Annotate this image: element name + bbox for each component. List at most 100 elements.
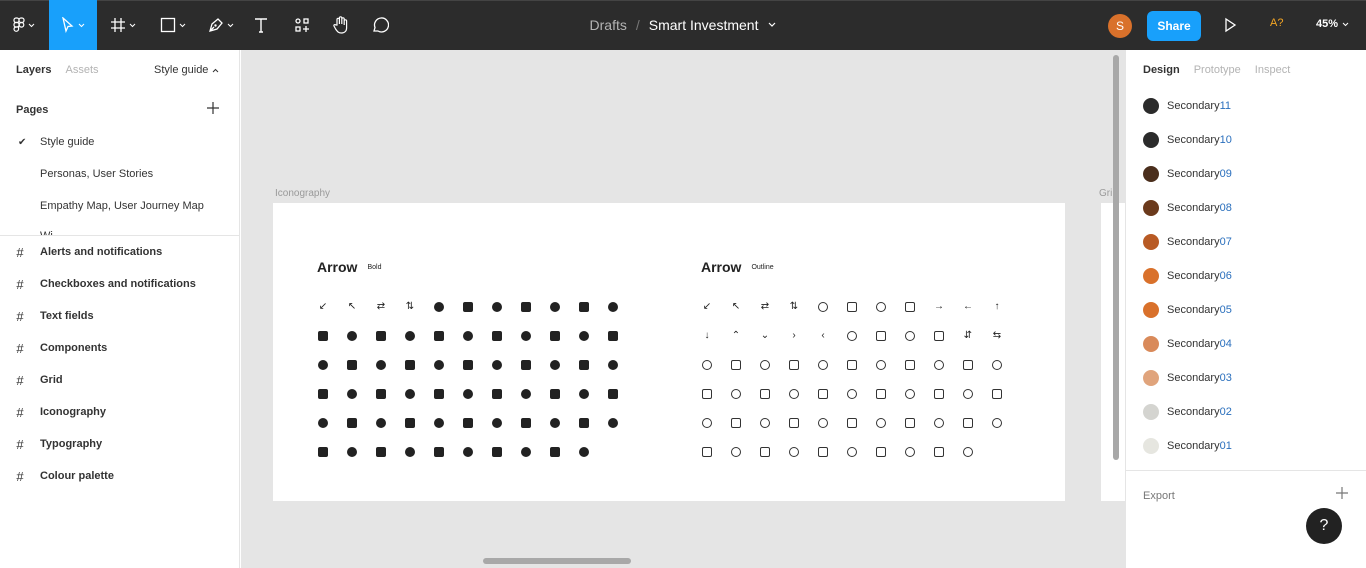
- breadcrumb-drafts[interactable]: Drafts: [590, 17, 627, 33]
- arrow-outline-icon: [905, 331, 915, 341]
- layer-colour-palette[interactable]: # Colour palette: [0, 460, 239, 492]
- arrow-outline-icon: [702, 389, 712, 399]
- frame-label-iconography[interactable]: Iconography: [275, 188, 330, 199]
- arrow-outline-icon: [876, 331, 886, 341]
- color-swatch: [1143, 370, 1159, 386]
- page-item-personas[interactable]: Personas, User Stories: [40, 168, 153, 180]
- text-tool-button[interactable]: [246, 0, 276, 50]
- color-style-item[interactable]: Secondary 08: [1143, 198, 1232, 218]
- horizontal-scrollbar[interactable]: [483, 558, 631, 564]
- text-t-icon: [255, 18, 267, 33]
- hand-tool-button[interactable]: [326, 0, 356, 50]
- color-style-name: Secondary: [1167, 134, 1220, 146]
- arrow-outline-icon: [992, 418, 1002, 428]
- arrow-outline-icon: [847, 389, 857, 399]
- add-export-button[interactable]: [1336, 486, 1348, 504]
- chevron-down-icon[interactable]: [768, 22, 776, 28]
- color-style-item[interactable]: Secondary 06: [1143, 266, 1232, 286]
- present-button[interactable]: [1222, 17, 1238, 38]
- current-page-selector[interactable]: Style guide: [154, 64, 219, 76]
- arrow-bold-icon: [347, 447, 357, 457]
- arrow-bold-icon: [579, 389, 589, 399]
- color-style-number: 11: [1219, 100, 1232, 112]
- arrow-bold-icon: [434, 447, 444, 457]
- accessibility-check-button[interactable]: A?: [1270, 17, 1283, 29]
- section-title-outline: Arrow Outline: [701, 259, 774, 275]
- tab-assets[interactable]: Assets: [65, 64, 98, 76]
- arrow-bold-icon: [550, 360, 560, 370]
- left-panel: Layers Assets Style guide Pages ✔ Style …: [0, 50, 240, 568]
- resources-button[interactable]: [288, 0, 316, 50]
- arrow-bold-icon: ↙: [318, 301, 328, 312]
- frame-label-grid[interactable]: Gri: [1099, 188, 1112, 199]
- frame-hash-icon: [111, 18, 125, 32]
- layer-checkboxes[interactable]: # Checkboxes and notifications: [0, 268, 239, 300]
- color-style-item[interactable]: Secondary 03: [1143, 368, 1232, 388]
- share-button[interactable]: Share: [1147, 11, 1201, 41]
- comment-tool-button[interactable]: [366, 0, 394, 50]
- arrow-outline-icon: [905, 302, 915, 312]
- layer-alerts[interactable]: # Alerts and notifications: [0, 236, 239, 268]
- arrow-outline-icon: [731, 447, 741, 457]
- help-button[interactable]: ?: [1306, 508, 1342, 544]
- shape-tool-button[interactable]: [150, 0, 196, 50]
- frame-hash-icon: #: [16, 276, 24, 292]
- color-style-item[interactable]: Secondary 01: [1143, 436, 1232, 456]
- canvas[interactable]: Iconography Gri Arrow Bold Arrow Outline…: [241, 50, 1125, 568]
- pages-header[interactable]: Pages: [16, 104, 48, 116]
- color-style-item[interactable]: Secondary 02: [1143, 402, 1232, 422]
- arrow-bold-icon: [463, 331, 473, 341]
- tab-layers[interactable]: Layers: [16, 64, 51, 76]
- arrow-outline-icon: [876, 447, 886, 457]
- layer-typography[interactable]: # Typography: [0, 428, 239, 460]
- arrow-bold-icon: [492, 331, 502, 341]
- tab-design[interactable]: Design: [1143, 64, 1180, 76]
- tab-inspect[interactable]: Inspect: [1255, 64, 1290, 76]
- layer-grid[interactable]: # Grid: [0, 364, 239, 396]
- arrow-outline-icon: ⇅: [789, 301, 799, 312]
- arrow-outline-icon: [847, 418, 857, 428]
- arrow-bold-icon: [608, 360, 618, 370]
- color-style-item[interactable]: Secondary 09: [1143, 164, 1232, 184]
- color-style-number: 09: [1219, 168, 1232, 180]
- move-tool-button[interactable]: [49, 0, 97, 50]
- color-style-item[interactable]: Secondary 11: [1143, 96, 1231, 116]
- arrow-outline-icon: ↖: [731, 301, 741, 312]
- color-style-item[interactable]: Secondary 04: [1143, 334, 1232, 354]
- color-style-number: 08: [1219, 202, 1232, 214]
- file-name[interactable]: Smart Investment: [649, 17, 759, 33]
- arrow-outline-icon: →: [934, 301, 944, 312]
- page-item-empathy-map[interactable]: Empathy Map, User Journey Map: [40, 200, 204, 212]
- pen-tool-button[interactable]: [198, 0, 244, 50]
- vertical-scrollbar[interactable]: [1113, 55, 1119, 460]
- layer-components[interactable]: # Components: [0, 332, 239, 364]
- arrow-bold-icon: [463, 360, 473, 370]
- color-style-item[interactable]: Secondary 07: [1143, 232, 1232, 252]
- frame-hash-icon: #: [16, 372, 24, 388]
- arrow-bold-icon: [405, 389, 415, 399]
- iconography-frame[interactable]: Arrow Bold Arrow Outline ↙ ↖ ⇄ ⇅ ↙ ↖ ⇄ ⇅ → ← ↑ ↓ ⌃ ⌄…: [273, 203, 1065, 501]
- layer-iconography[interactable]: # Iconography: [0, 396, 239, 428]
- section-tag: Outline: [751, 263, 774, 271]
- components-icon: [295, 18, 309, 32]
- color-style-item[interactable]: Secondary 05: [1143, 300, 1232, 320]
- arrow-bold-icon: [434, 360, 444, 370]
- page-item-style-guide[interactable]: Style guide: [40, 136, 94, 148]
- arrow-bold-icon: [318, 360, 328, 370]
- zoom-menu[interactable]: 45%: [1316, 18, 1349, 30]
- arrow-bold-icon: [492, 302, 502, 312]
- frame-tool-button[interactable]: [100, 0, 146, 50]
- user-avatar[interactable]: S: [1108, 14, 1132, 38]
- layer-text-fields[interactable]: # Text fields: [0, 300, 239, 332]
- main-menu-button[interactable]: [0, 0, 48, 50]
- arrow-outline-icon: ›: [792, 330, 796, 341]
- arrow-outline-icon: [818, 360, 828, 370]
- color-style-name: Secondary: [1167, 406, 1220, 418]
- color-swatch: [1143, 268, 1159, 284]
- arrow-outline-icon: [818, 302, 828, 312]
- check-icon: ✔: [18, 137, 27, 148]
- color-style-item[interactable]: Secondary 10: [1143, 130, 1232, 150]
- add-page-button[interactable]: [207, 102, 219, 118]
- color-style-name: Secondary: [1167, 372, 1220, 384]
- tab-prototype[interactable]: Prototype: [1194, 64, 1241, 76]
